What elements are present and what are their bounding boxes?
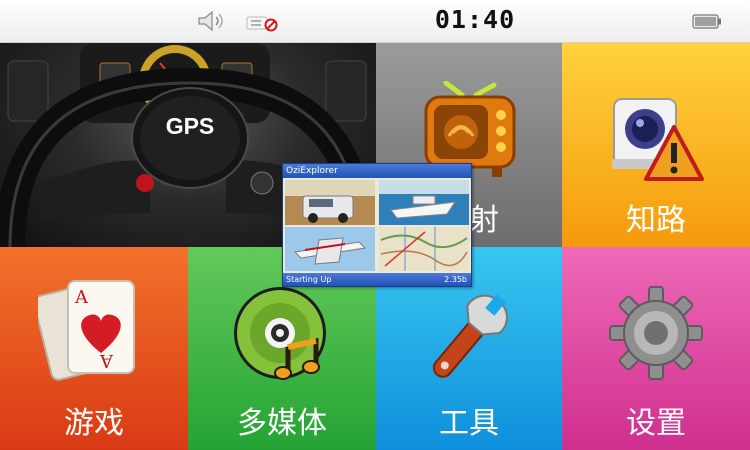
splash-version: 2.35b (444, 275, 467, 284)
splash-status-text: Starting Up (286, 275, 332, 284)
splash-title: OziExplorer (283, 164, 471, 178)
camera-warning-icon (612, 98, 704, 181)
speaker-icon[interactable] (196, 9, 230, 33)
wrench-icon (432, 294, 508, 378)
tile-games[interactable]: A A 游戏 (0, 247, 188, 450)
tile-tools-label: 工具 (439, 406, 499, 441)
playing-card-icon: A A (38, 280, 135, 381)
splash-image-grid (285, 180, 469, 271)
battery-icon (692, 14, 721, 29)
svg-text:A: A (99, 350, 114, 371)
tile-road-info-label: 知路 (626, 203, 686, 238)
svg-text:A: A (74, 287, 89, 308)
splash-status-bar: Starting Up 2.35b (283, 273, 471, 286)
tile-road-info[interactable]: 知路 (562, 43, 750, 247)
tile-games-label: 游戏 (64, 406, 124, 441)
clock: 01:40 (434, 5, 516, 34)
no-signal-icon (246, 16, 278, 32)
music-disc-icon (234, 287, 326, 380)
tile-settings[interactable]: 设置 (562, 247, 750, 450)
gps-label: GPS (165, 113, 215, 139)
gear-icon (609, 286, 703, 380)
splash-window: OziExplorer Starting Up 2.35b (282, 163, 472, 287)
tile-multimedia-label: 多媒体 (237, 406, 327, 441)
status-bar: 01:40 (0, 0, 750, 43)
tile-settings-label: 设置 (626, 406, 686, 441)
